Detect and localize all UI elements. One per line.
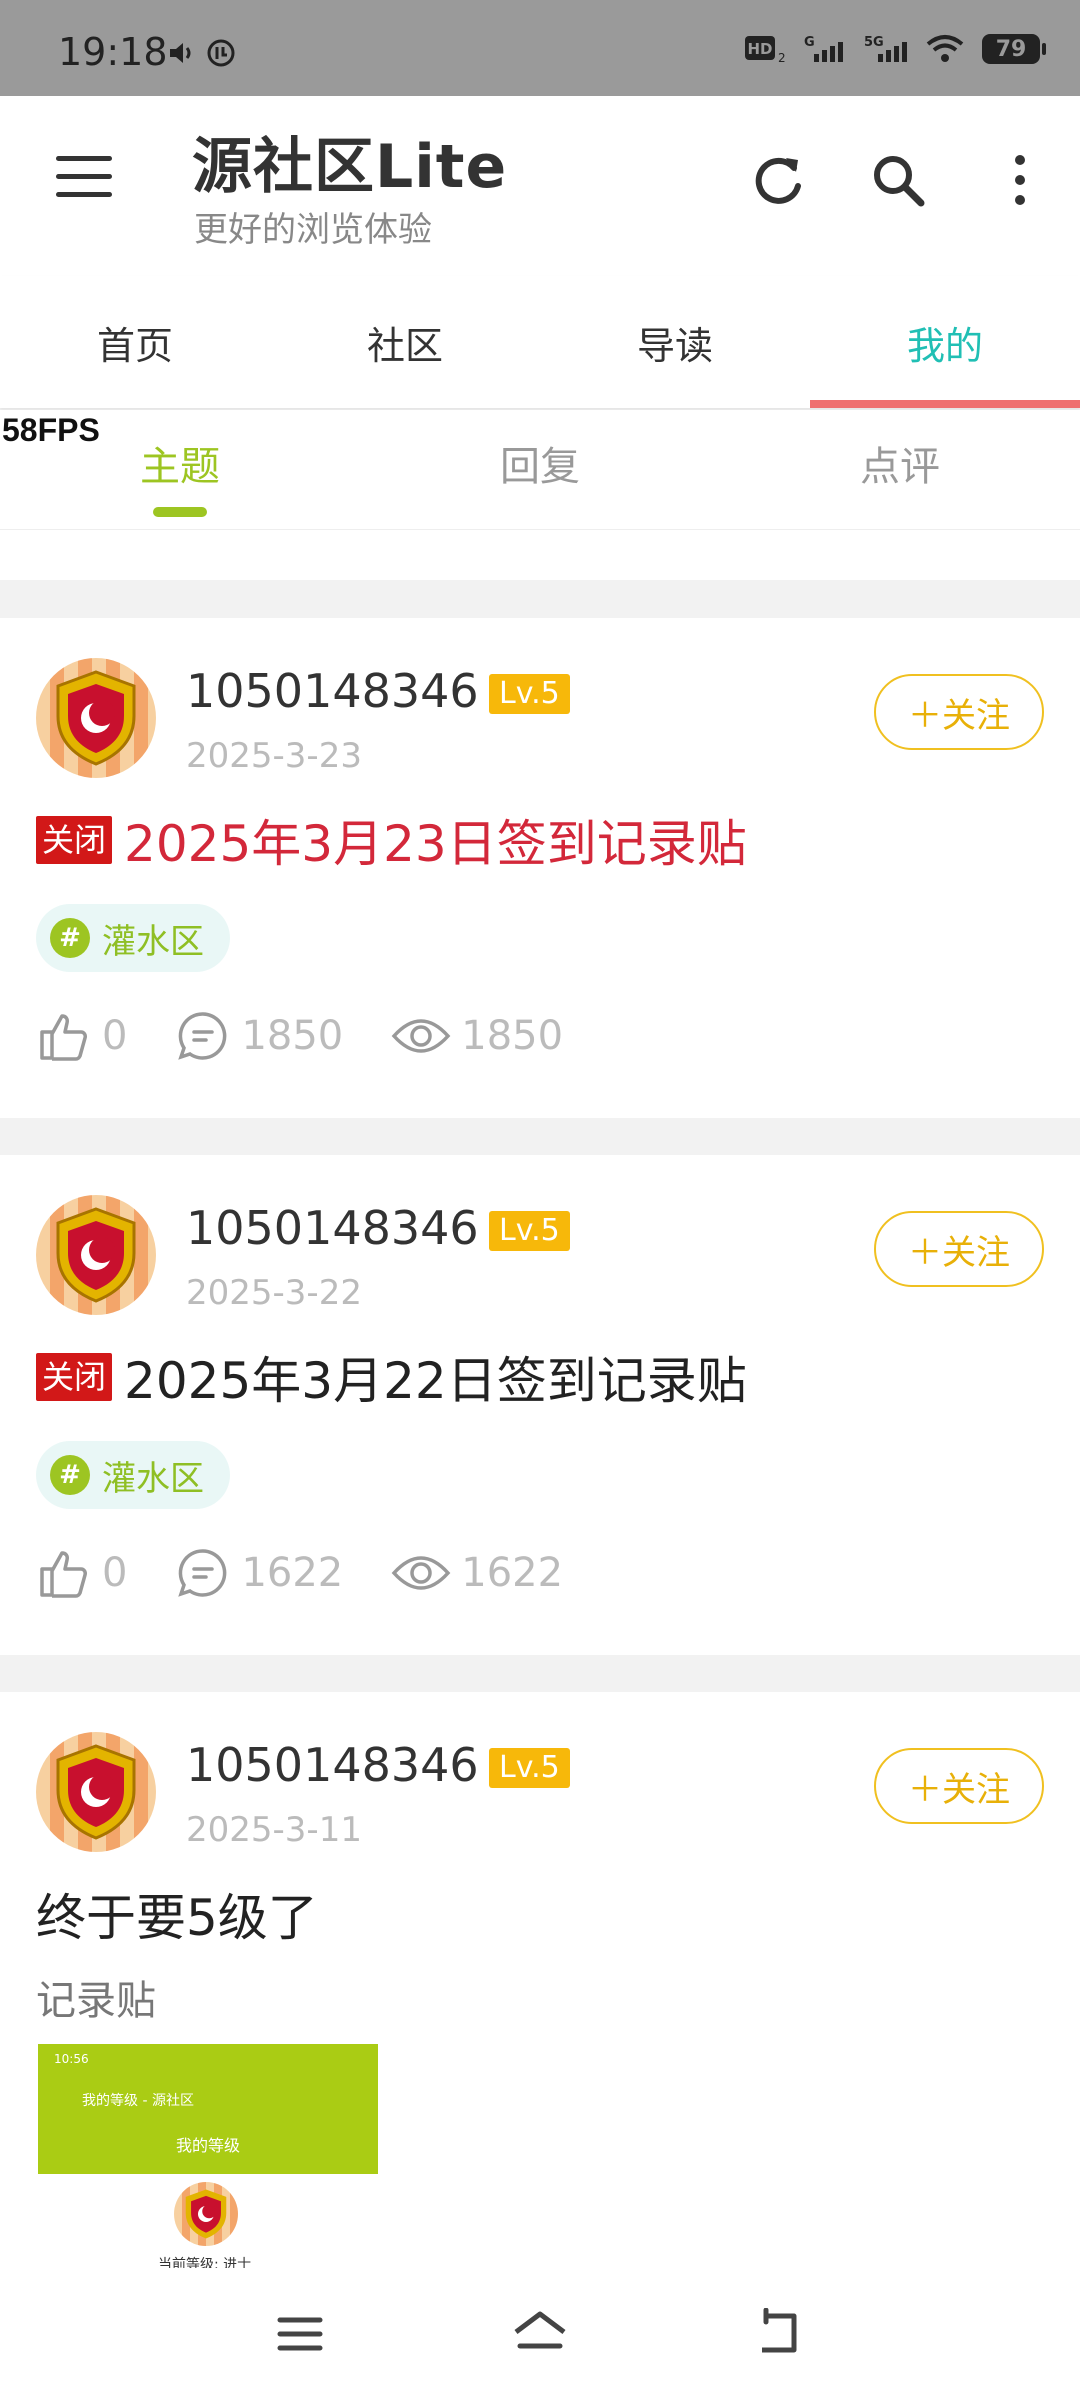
thumbs-up-icon <box>40 1551 87 1598</box>
signal-5g-icon: 5G <box>864 35 907 62</box>
avatar[interactable] <box>36 1195 156 1315</box>
view-count: 1622 <box>461 1550 564 1596</box>
thumbnail-page-title: 我的等级 - 源社区 <box>82 2093 194 2109</box>
post-excerpt: 记录贴 <box>36 1978 156 2024</box>
svg-text:2: 2 <box>778 51 786 64</box>
closed-tag: 关闭 <box>36 1353 113 1401</box>
comment-count: 1622 <box>241 1550 344 1596</box>
post-card[interactable]: 1050148346 Lv.5 2025-3-23 ＋关注 关闭 2025年3月… <box>0 618 1080 1118</box>
back-icon[interactable] <box>754 2308 806 2360</box>
thumbnail-status-time: 10:56 <box>54 2052 89 2066</box>
thumbnail-avatar <box>174 2182 238 2246</box>
like-count: 0 <box>102 1550 128 1596</box>
app-title: 源社区Lite <box>192 132 508 202</box>
post-card[interactable]: 1050148346 Lv.5 2025-3-11 ＋关注 终于要5级了 记录贴… <box>0 1692 1080 2284</box>
post-title[interactable]: 2025年3月22日签到记录贴 <box>124 1341 747 1413</box>
comment-stat[interactable]: 1850 <box>175 1008 343 1064</box>
tab-mine[interactable]: 我的 <box>810 276 1080 408</box>
tab-community[interactable]: 社区 <box>270 276 540 408</box>
battery-indicator: 79 <box>982 34 1046 64</box>
view-stat: 1850 <box>391 1008 563 1064</box>
post-title-row[interactable]: 关闭 2025年3月22日签到记录贴 <box>36 1341 747 1413</box>
subtab-replies[interactable]: 回复 <box>360 410 720 529</box>
post-image-thumbnail[interactable]: 10:56 我的等级 - 源社区 我的等级 当前等级: 进士 <box>38 2044 378 2284</box>
shield-avatar-icon <box>56 1744 136 1840</box>
follow-button[interactable]: ＋关注 <box>874 1748 1044 1824</box>
thumbs-up-icon <box>40 1014 87 1061</box>
username[interactable]: 1050148346 <box>186 1738 479 1792</box>
view-count: 1850 <box>461 1013 564 1059</box>
view-stat: 1622 <box>391 1545 563 1601</box>
avatar[interactable] <box>36 658 156 778</box>
recent-apps-icon[interactable] <box>274 2308 326 2360</box>
post-title[interactable]: 2025年3月23日签到记录贴 <box>124 804 747 876</box>
more-vertical-icon[interactable] <box>990 150 1050 210</box>
subtab-comments[interactable]: 点评 <box>720 410 1080 529</box>
comment-stat[interactable]: 1622 <box>175 1545 343 1601</box>
follow-button[interactable]: ＋关注 <box>874 674 1044 750</box>
status-right: HD 2 G 5G 79 <box>744 34 1046 64</box>
search-icon[interactable] <box>868 150 928 210</box>
status-bar: 19:18 HD 2 G 5G 79 <box>0 0 1080 96</box>
signal-g-icon: G <box>804 35 843 62</box>
topic-tag[interactable]: # 灌水区 <box>36 1441 230 1509</box>
system-nav-bar <box>0 2268 1080 2400</box>
comment-icon <box>178 1012 227 1060</box>
post-stats: 0 1622 1622 <box>36 1545 611 1601</box>
level-badge: Lv.5 <box>489 674 570 714</box>
shield-avatar-icon <box>56 670 136 766</box>
sub-tabs: 主题 回复 点评 <box>0 410 1080 530</box>
svg-text:5G: 5G <box>864 35 884 50</box>
topic-tag[interactable]: # 灌水区 <box>36 904 230 972</box>
follow-button[interactable]: ＋关注 <box>874 1211 1044 1287</box>
thumbnail-header: 10:56 我的等级 - 源社区 我的等级 <box>38 2044 378 2174</box>
post-title-row[interactable]: 关闭 2025年3月23日签到记录贴 <box>36 804 747 876</box>
tab-guide[interactable]: 导读 <box>540 276 810 408</box>
topic-label: 灌水区 <box>102 1458 204 1499</box>
menu-icon[interactable] <box>56 156 112 200</box>
app-subtitle: 更好的浏览体验 <box>194 210 432 250</box>
wifi-icon <box>926 35 964 62</box>
thumbnail-heading: 我的等级 <box>175 2136 240 2155</box>
status-time: 19:18 <box>58 30 168 74</box>
home-icon[interactable] <box>510 2308 570 2360</box>
previous-post-peek <box>0 530 1080 580</box>
tab-home[interactable]: 首页 <box>0 276 270 408</box>
username[interactable]: 1050148346 <box>186 664 479 718</box>
hash-icon: # <box>50 918 90 958</box>
level-badge: Lv.5 <box>489 1211 570 1251</box>
post-card[interactable]: 1050148346 Lv.5 2025-3-22 ＋关注 关闭 2025年3月… <box>0 1155 1080 1655</box>
svg-text:G: G <box>804 35 815 50</box>
like-stat[interactable]: 0 <box>36 1545 127 1601</box>
fps-overlay: 58FPS <box>2 412 100 448</box>
volume-icon <box>170 43 191 63</box>
hash-icon: # <box>50 1455 90 1495</box>
svg-text:HD: HD <box>747 40 772 58</box>
post-stats: 0 1850 1850 <box>36 1008 611 1064</box>
hd-icon: HD 2 <box>745 36 786 64</box>
username[interactable]: 1050148346 <box>186 1201 479 1255</box>
topic-label: 灌水区 <box>102 921 204 962</box>
app-header: 源社区Lite 更好的浏览体验 <box>0 96 1080 276</box>
post-date: 2025-3-22 <box>186 1273 362 1313</box>
refresh-icon[interactable] <box>750 150 810 210</box>
avatar[interactable] <box>36 1732 156 1852</box>
level-badge: Lv.5 <box>489 1748 570 1788</box>
post-date: 2025-3-23 <box>186 736 362 776</box>
app-status-icon <box>207 39 235 67</box>
eye-icon <box>391 1556 451 1590</box>
post-title-row[interactable]: 终于要5级了 <box>36 1878 318 1950</box>
eye-icon <box>391 1019 451 1053</box>
shield-avatar-icon <box>56 1207 136 1303</box>
post-date: 2025-3-11 <box>186 1810 362 1850</box>
post-title[interactable]: 终于要5级了 <box>36 1878 318 1950</box>
like-count: 0 <box>102 1013 128 1059</box>
main-tabs: 首页 社区 导读 我的 <box>0 276 1080 408</box>
like-stat[interactable]: 0 <box>36 1008 127 1064</box>
shield-avatar-icon <box>185 2189 227 2239</box>
comment-icon <box>178 1549 227 1597</box>
comment-count: 1850 <box>241 1013 344 1059</box>
closed-tag: 关闭 <box>36 816 113 864</box>
